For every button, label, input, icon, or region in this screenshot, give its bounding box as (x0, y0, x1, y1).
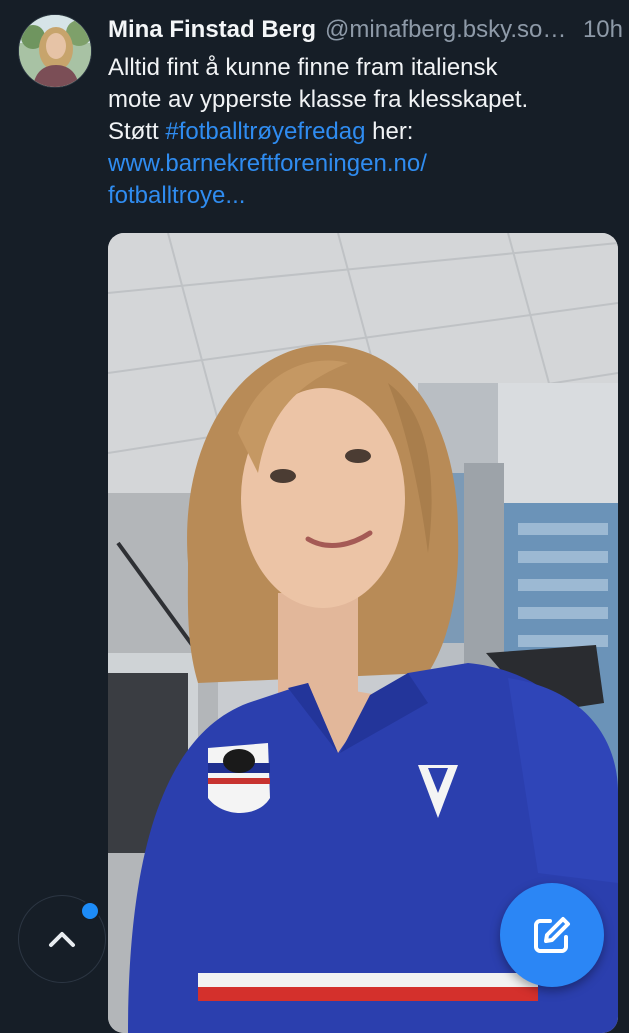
external-link[interactable]: fotballtroye... (108, 180, 623, 212)
post-item[interactable]: Mina Finstad Berg @minafberg.bsky.social… (0, 0, 629, 1033)
author-avatar[interactable] (18, 14, 92, 88)
post-text-line: mote av ypperste klasse fra klesskapet. (108, 86, 529, 113)
post-text-fragment: Støtt (108, 118, 159, 145)
chevron-up-icon (49, 932, 75, 947)
hashtag-link[interactable]: #fotballtrøyefredag (165, 118, 365, 145)
post-timestamp[interactable]: 10h (583, 14, 623, 46)
unread-indicator (80, 901, 100, 921)
post-header: Mina Finstad Berg @minafberg.bsky.social… (108, 14, 623, 46)
post-text-fragment: her: (365, 118, 414, 145)
post-text-line: Støtt #fotballtrøyefredag her: (108, 116, 623, 148)
author-handle[interactable]: @minafberg.bsky.social (325, 14, 577, 46)
external-link[interactable]: www.barnekreftforeningen.no/ (108, 148, 623, 180)
compose-button[interactable] (500, 883, 604, 987)
avatar-image (19, 15, 91, 87)
post-text-line: Alltid fint å kunne finne fram italiensk (108, 54, 498, 81)
author-display-name[interactable]: Mina Finstad Berg (108, 14, 316, 46)
post-text: Alltid fint å kunne finne fram italiensk… (108, 52, 623, 212)
compose-icon (534, 917, 570, 953)
